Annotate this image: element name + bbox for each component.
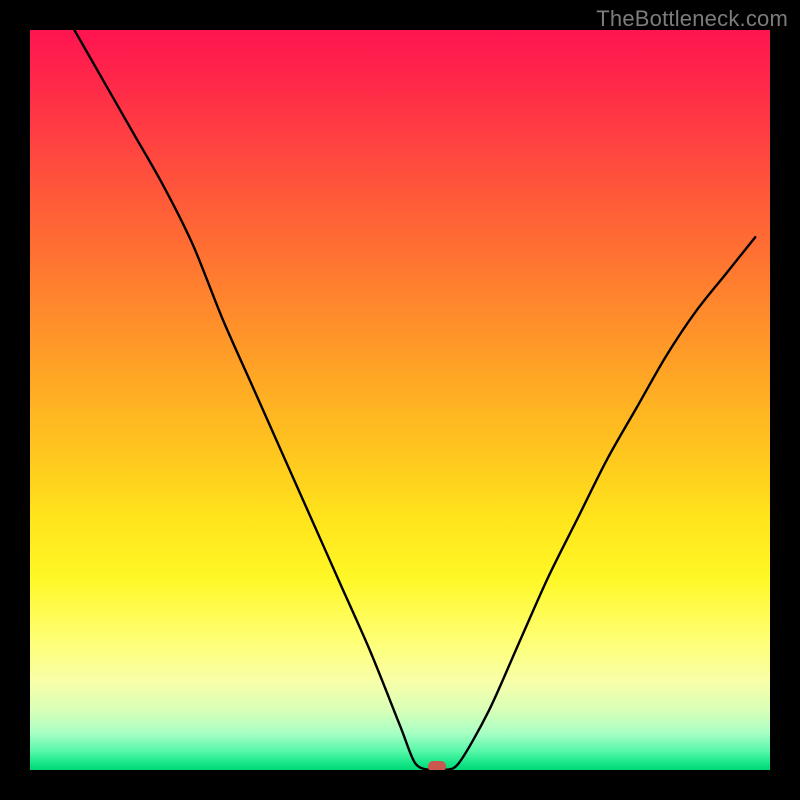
- minimum-marker: [428, 761, 446, 770]
- bottleneck-curve-path: [74, 30, 755, 770]
- watermark-text: TheBottleneck.com: [596, 6, 788, 32]
- curve-layer: [30, 30, 770, 770]
- plot-area: [30, 30, 770, 770]
- chart-frame: TheBottleneck.com: [0, 0, 800, 800]
